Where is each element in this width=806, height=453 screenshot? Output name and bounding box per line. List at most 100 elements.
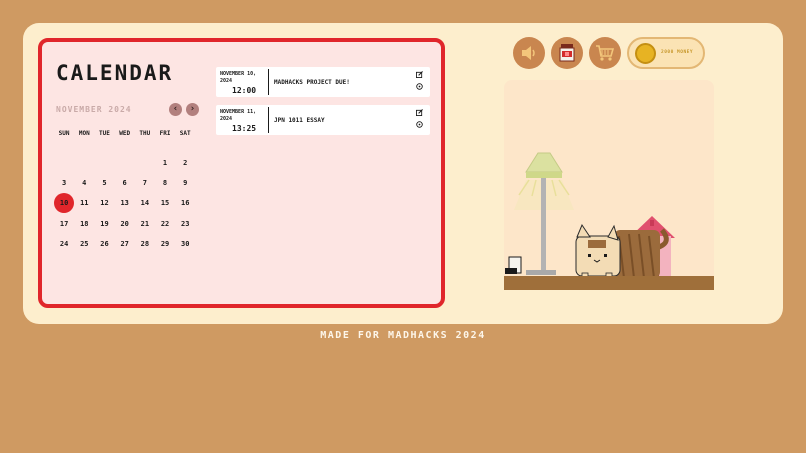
sound-button[interactable] xyxy=(513,37,545,69)
day-number: 10 xyxy=(54,193,75,214)
shopping-cart-icon xyxy=(596,45,615,61)
day-number: 12 xyxy=(100,199,109,208)
day-number: 28 xyxy=(140,239,150,248)
shop-button[interactable] xyxy=(589,37,621,69)
day-cell-empty xyxy=(115,153,135,173)
event-title: MADHACKS PROJECT DUE! xyxy=(274,79,350,86)
event-title: JPN 1011 ESSAY xyxy=(274,117,325,124)
money-counter[interactable]: 2000 MONEY xyxy=(627,37,705,69)
day-cell[interactable]: 30 xyxy=(175,234,195,254)
complete-circle-icon[interactable] xyxy=(416,83,423,90)
event-divider xyxy=(268,107,269,133)
pet-room-scene xyxy=(504,152,714,290)
event-list: NOVEMBER 10, 2024 12:00 MADHACKS PROJECT… xyxy=(216,67,430,143)
event-divider xyxy=(268,69,269,95)
event-time: 13:25 xyxy=(232,124,257,133)
lamp-shade-rim xyxy=(526,172,562,178)
day-cell[interactable]: 11 xyxy=(74,193,94,213)
day-number: 14 xyxy=(140,199,150,208)
day-cell[interactable]: 25 xyxy=(74,234,94,254)
day-cell[interactable]: 19 xyxy=(94,214,114,234)
day-cell[interactable]: 9 xyxy=(175,173,195,193)
day-cell[interactable]: 4 xyxy=(74,173,94,193)
day-cell[interactable]: 24 xyxy=(54,234,74,254)
money-label: 2000 MONEY xyxy=(661,50,694,55)
day-cell[interactable]: 21 xyxy=(135,214,155,234)
day-number: 9 xyxy=(183,179,188,188)
jar-button[interactable] xyxy=(551,37,583,69)
day-cell[interactable]: 18 xyxy=(74,214,94,234)
day-cell[interactable]: 23 xyxy=(175,214,195,234)
day-number: 15 xyxy=(160,199,170,208)
edit-icon[interactable] xyxy=(416,109,423,116)
edit-icon[interactable] xyxy=(416,71,423,78)
footer-text: MADE FOR MADHACKS 2024 xyxy=(320,330,486,341)
day-cell[interactable]: 6 xyxy=(115,173,135,193)
weekday-sat: SAT xyxy=(179,130,191,137)
day-cell[interactable]: 8 xyxy=(155,173,175,193)
day-cell[interactable]: 7 xyxy=(135,173,155,193)
day-number: 5 xyxy=(102,179,107,188)
day-cell[interactable]: 14 xyxy=(135,193,155,213)
weekday-fri: FRI xyxy=(159,130,171,137)
prev-month-button[interactable]: ‹ xyxy=(169,103,182,116)
day-cell[interactable]: 29 xyxy=(155,234,175,254)
weekday-header: SUN MON TUE WED THU FRI SAT xyxy=(54,130,195,137)
day-number: 25 xyxy=(80,239,89,248)
day-cell[interactable]: 22 xyxy=(155,214,175,234)
day-number: 24 xyxy=(59,239,69,248)
day-cell[interactable]: 28 xyxy=(135,234,155,254)
complete-circle-icon[interactable] xyxy=(416,121,423,128)
calendar-panel: CALENDAR NOVEMBER 2024 ‹ › SUN MON TUE W… xyxy=(38,38,445,308)
day-cell[interactable]: 12 xyxy=(94,193,114,213)
weekday-tue: TUE xyxy=(99,130,110,137)
event-item[interactable]: NOVEMBER 10, 2024 12:00 MADHACKS PROJECT… xyxy=(216,67,430,97)
day-number: 26 xyxy=(100,239,109,248)
day-cell-empty xyxy=(74,153,94,173)
day-number: 20 xyxy=(120,219,129,228)
day-number: 22 xyxy=(160,219,170,228)
day-cell-empty xyxy=(135,153,155,173)
day-number: 17 xyxy=(59,219,69,228)
month-navigation: NOVEMBER 2024 ‹ › xyxy=(56,103,200,119)
day-cell[interactable]: 17 xyxy=(54,214,74,234)
day-number: 27 xyxy=(120,239,129,248)
day-number: 19 xyxy=(100,219,109,228)
weekday-mon: MON xyxy=(78,130,90,137)
lamp-base xyxy=(526,270,556,275)
day-cell[interactable]: 2 xyxy=(175,153,195,173)
day-cell[interactable]: 1 xyxy=(155,153,175,173)
day-cell[interactable]: 27 xyxy=(115,234,135,254)
lamp-shade-icon xyxy=(525,152,563,173)
app-window: CALENDAR NOVEMBER 2024 ‹ › SUN MON TUE W… xyxy=(23,23,783,324)
day-cell[interactable]: 15 xyxy=(155,193,175,213)
day-cell[interactable]: 26 xyxy=(94,234,114,254)
day-cell[interactable]: 5 xyxy=(94,173,114,193)
day-number: 30 xyxy=(181,239,190,248)
day-number: 3 xyxy=(61,179,67,188)
day-number: 1 xyxy=(162,159,168,168)
day-number: 29 xyxy=(160,239,170,248)
speaker-icon xyxy=(522,46,535,60)
day-cell[interactable]: 3 xyxy=(54,173,74,193)
month-label: NOVEMBER 2024 xyxy=(56,105,132,114)
day-cell-today[interactable]: 10 xyxy=(54,193,75,214)
day-cell-empty xyxy=(94,153,114,173)
event-date: NOVEMBER 11, 2024 xyxy=(220,109,257,122)
jar-shadow xyxy=(505,268,517,274)
day-cell[interactable]: 16 xyxy=(175,193,195,213)
weekday-sun: SUN xyxy=(58,130,70,137)
day-number: 2 xyxy=(183,159,188,168)
next-month-button[interactable]: › xyxy=(186,103,199,116)
day-number: 21 xyxy=(140,219,150,228)
day-cell[interactable]: 13 xyxy=(115,193,135,213)
days-grid: 1 2 3 4 5 6 7 8 9 10 11 12 13 14 15 16 17 18 19 20 21 22 23 24 2… xyxy=(54,153,195,254)
day-number: 23 xyxy=(181,219,190,228)
event-time: 12:00 xyxy=(232,86,257,95)
day-cell-empty xyxy=(54,153,74,173)
day-cell[interactable]: 20 xyxy=(115,214,135,234)
floor xyxy=(504,276,714,290)
event-item[interactable]: NOVEMBER 11, 2024 13:25 JPN 1011 ESSAY xyxy=(216,105,430,135)
pixel-cat-icon xyxy=(575,223,669,279)
day-number: 16 xyxy=(181,199,190,208)
